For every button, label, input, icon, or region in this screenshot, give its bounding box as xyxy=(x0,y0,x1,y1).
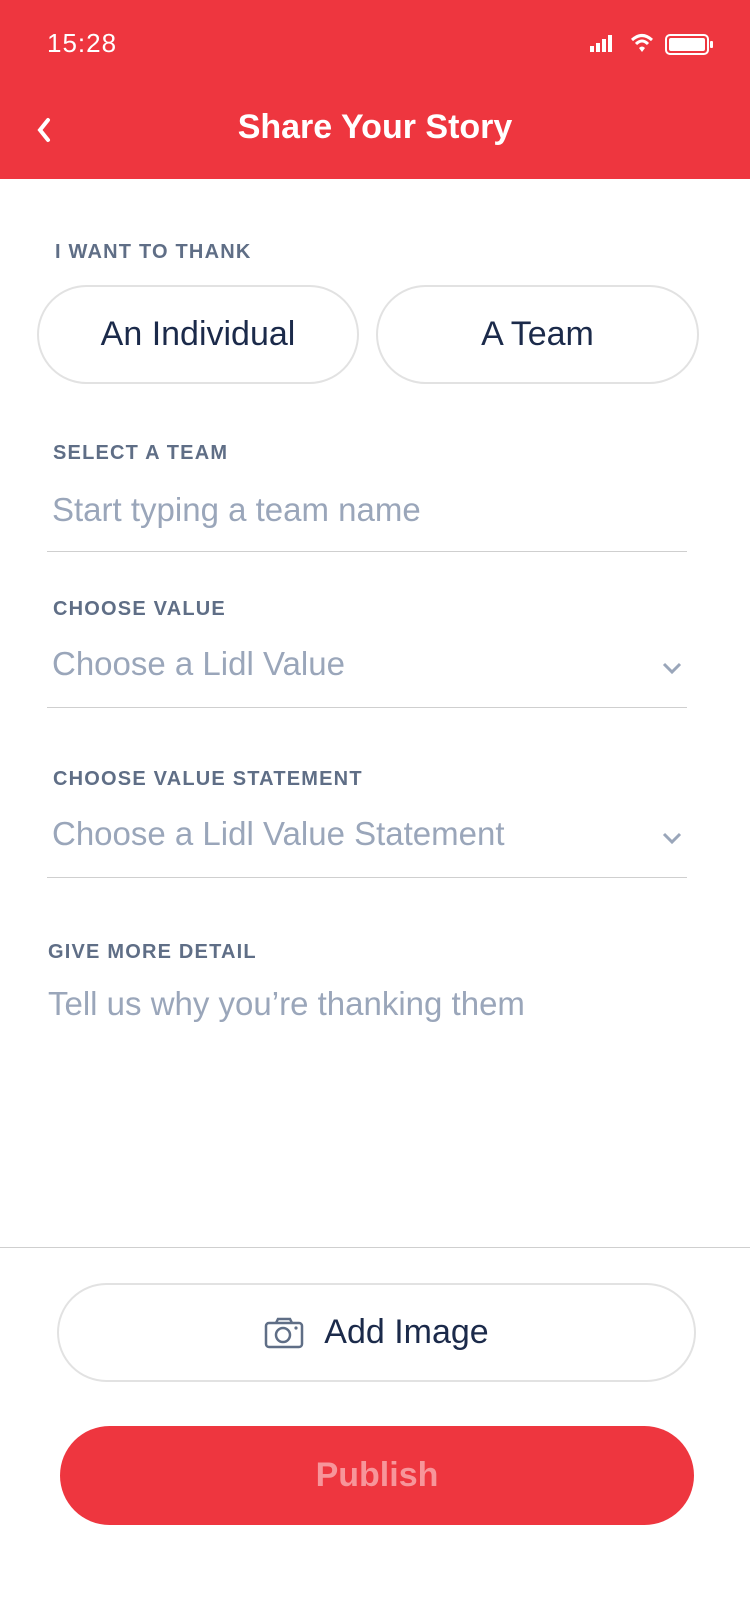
option-individual[interactable]: An Individual xyxy=(37,285,359,384)
chevron-down-icon[interactable] xyxy=(660,660,684,676)
statement-select[interactable]: Choose a Lidl Value Statement xyxy=(52,815,652,853)
page-title: Share Your Story xyxy=(237,108,513,146)
team-label: SELECT A TEAM xyxy=(53,442,229,464)
divider xyxy=(47,551,687,552)
wifi-icon xyxy=(630,33,654,53)
statement-label: CHOOSE VALUE STATEMENT xyxy=(53,768,363,790)
value-label: CHOOSE VALUE xyxy=(53,598,226,620)
value-select[interactable]: Choose a Lidl Value xyxy=(52,645,652,683)
team-input[interactable]: Start typing a team name xyxy=(52,491,652,529)
add-image-button[interactable]: Add Image xyxy=(57,1283,696,1382)
footer-divider xyxy=(0,1247,750,1248)
divider xyxy=(47,877,687,878)
battery-icon xyxy=(665,34,715,56)
app-header xyxy=(0,0,750,179)
option-team[interactable]: A Team xyxy=(376,285,699,384)
thank-label: I WANT TO THANK xyxy=(55,241,252,263)
detail-label: GIVE MORE DETAIL xyxy=(48,941,257,963)
signal-icon xyxy=(590,34,614,52)
status-time: 15:28 xyxy=(47,28,118,58)
camera-icon xyxy=(265,1317,304,1348)
publish-button[interactable]: Publish xyxy=(60,1426,694,1525)
divider xyxy=(47,707,687,708)
add-image-label: Add Image xyxy=(324,1313,489,1351)
detail-textarea[interactable]: Tell us why you’re thanking them xyxy=(48,985,688,1185)
chevron-down-icon[interactable] xyxy=(660,830,684,846)
